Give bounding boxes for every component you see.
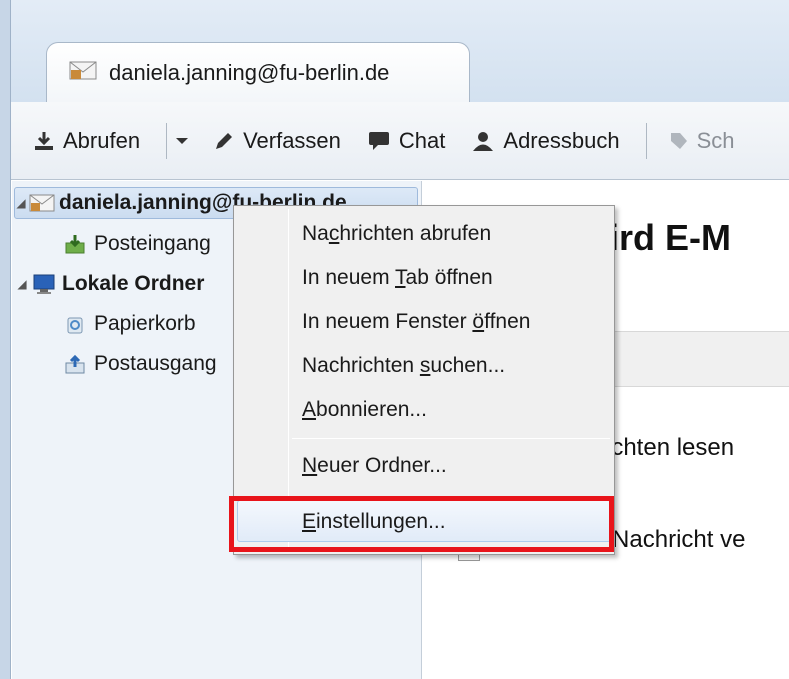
pencil-icon [216,132,233,149]
menu-text: euer Ordner... [317,454,447,477]
collapse-icon[interactable]: ◢ [15,196,27,210]
menu-text: In neuem [302,266,396,289]
inbox-icon [65,235,85,254]
outbox-icon [65,354,85,374]
chat-label: Chat [398,127,446,153]
get-messages-label: Abrufen [63,127,141,153]
menu-accelerator: ö [472,310,485,333]
tag-icon [670,132,687,149]
menu-accelerator: T [395,266,406,289]
menu-separator [292,438,610,439]
computer-icon [33,274,55,294]
annotation-highlight-box [229,496,614,552]
tab-account[interactable]: daniela.janning@fu-berlin.de [46,42,470,102]
menu-accelerator: c [328,222,340,245]
menu-item-new-folder[interactable]: Neuer Ordner... [302,454,447,478]
folder-item-local-folders[interactable]: ◢ Lokale Ordner [16,269,204,299]
menu-item-open-in-tab[interactable]: In neuem Tab öffnen [302,266,493,290]
window-frame [0,0,11,679]
mail-account-icon [69,59,97,86]
chat-button[interactable]: Chat [367,128,445,154]
menu-item-open-in-window[interactable]: In neuem Fenster öffnen [302,310,530,334]
folder-item-trash[interactable]: Papierkorb [64,309,196,339]
menu-text: ab öffnen [405,266,493,289]
menu-text: In neuem Fenster [302,310,473,333]
compose-button[interactable]: Verfassen [213,128,341,154]
menu-text: Na [302,222,329,245]
menu-accelerator: A [302,398,317,421]
address-book-label: Adressbuch [503,127,620,153]
menu-item-subscribe[interactable]: Abonnieren... [302,398,427,422]
trash-label: Papierkorb [94,312,196,335]
toolbar-separator [166,122,168,159]
tag-label: Sch [696,127,735,153]
folder-item-inbox[interactable]: Posteingang [64,229,211,259]
local-folders-label: Lokale Ordner [62,272,205,295]
menu-item-get-messages[interactable]: Nachrichten abrufen [302,222,491,246]
menu-text: hrichten abrufen [339,222,492,245]
menu-accelerator: s [419,354,431,377]
tag-button[interactable]: Sch [669,128,735,154]
chat-icon [368,131,389,150]
trash-icon [67,317,83,334]
get-messages-button[interactable]: Abrufen [33,128,140,154]
menu-item-search-messages[interactable]: Nachrichten suchen... [302,354,505,378]
outbox-label: Postausgang [94,352,217,375]
menu-accelerator: N [302,454,318,477]
address-book-button[interactable]: Adressbuch [471,127,620,154]
main-toolbar: Abrufen Verfassen Chat Adressbuch Sch [11,102,789,180]
inbox-label: Posteingang [94,232,211,255]
tab-label: daniela.janning@fu-berlin.de [109,59,390,85]
menu-text: uchen... [430,354,506,377]
read-messages-link[interactable]: richten lesen [598,434,734,462]
chevron-down-icon [176,137,189,144]
get-messages-dropdown[interactable] [175,136,189,146]
toolbar-separator [645,122,647,159]
person-icon [473,131,494,151]
menu-text: ffnen [484,310,531,333]
mail-account-icon [29,194,55,212]
collapse-icon[interactable]: ◢ [16,277,28,291]
compose-label: Verfassen [243,127,341,153]
menu-text: Nachrichten [302,354,420,377]
menu-text: bonnieren... [316,398,427,421]
folder-item-outbox[interactable]: Postausgang [64,349,217,379]
download-icon [35,131,53,150]
